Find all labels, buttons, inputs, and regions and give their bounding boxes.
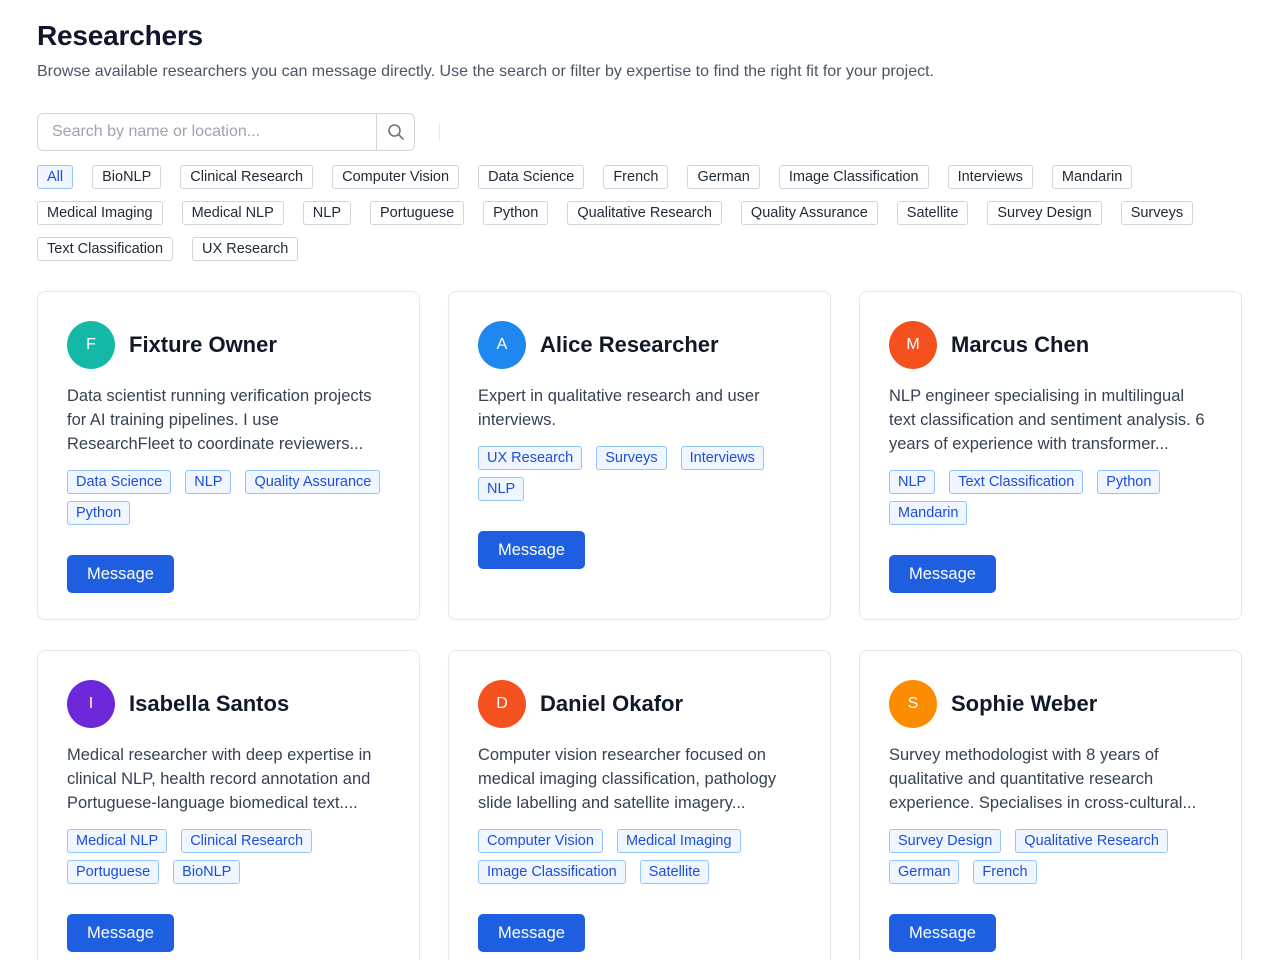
search-icon <box>387 124 404 140</box>
expertise-tag: Medical Imaging <box>616 829 741 853</box>
message-button[interactable]: Message <box>478 914 585 952</box>
expertise-tag: Clinical Research <box>181 829 313 853</box>
avatar: M <box>889 321 937 369</box>
search-bar <box>37 113 415 151</box>
researcher-grid: F Fixture Owner Data scientist running ver… <box>37 291 1242 960</box>
expertise-tags: NLP Text Classification Python Mandarin <box>889 470 1212 525</box>
page-title: Researchers <box>37 20 203 51</box>
filter-chip-portuguese[interactable]: Portuguese <box>370 201 465 225</box>
researcher-name: Sophie Weber <box>951 691 1098 716</box>
filter-chip-nlp[interactable]: NLP <box>302 201 351 225</box>
message-button[interactable]: Message <box>67 555 174 593</box>
avatar: S <box>889 680 937 728</box>
researcher-bio: Data scientist running verification proj… <box>67 387 372 453</box>
expertise-tag: NLP <box>889 470 936 494</box>
filter-chip-clinical-research[interactable]: Clinical Research <box>180 165 314 189</box>
divider <box>439 124 440 140</box>
expertise-tag: Medical NLP <box>67 829 168 853</box>
expertise-tag: French <box>973 860 1037 884</box>
expertise-tag: Computer Vision <box>478 829 603 853</box>
card-header: A Alice Researcher <box>478 321 801 369</box>
avatar: I <box>67 680 115 728</box>
expertise-tags: Data Science NLP Quality Assurance Python <box>67 470 390 525</box>
expertise-tag: Text Classification <box>949 470 1084 494</box>
filter-chip-ux-research[interactable]: UX Research <box>192 237 299 261</box>
expertise-tag: Data Science <box>67 470 172 494</box>
researcher-bio: Medical researcher with deep expertise i… <box>67 746 372 812</box>
expertise-tags: Computer Vision Medical Imaging Image Clas… <box>478 829 801 884</box>
researcher-card: S Sophie Weber Survey methodologist with 8… <box>859 650 1242 960</box>
filter-chip-text-classification[interactable]: Text Classification <box>37 237 174 261</box>
filter-chip-python[interactable]: Python <box>483 201 549 225</box>
avatar: A <box>478 321 526 369</box>
expertise-tag: German <box>889 860 960 884</box>
expertise-tag: Portuguese <box>67 860 160 884</box>
card-header: I Isabella Santos <box>67 680 390 728</box>
expertise-tag: Image Classification <box>478 860 626 884</box>
expertise-tag: NLP <box>185 470 232 494</box>
expertise-tag: Python <box>67 501 131 525</box>
expertise-tag: Mandarin <box>889 501 968 525</box>
search-button[interactable] <box>376 114 414 150</box>
card-header: M Marcus Chen <box>889 321 1212 369</box>
filter-chip-bionlp[interactable]: BioNLP <box>92 165 162 189</box>
message-button[interactable]: Message <box>889 914 996 952</box>
filter-chip-surveys[interactable]: Surveys <box>1120 201 1194 225</box>
filter-chip-german[interactable]: German <box>687 165 760 189</box>
researcher-card: F Fixture Owner Data scientist running ver… <box>37 291 420 620</box>
researcher-bio: NLP engineer specialising in multilingua… <box>889 387 1205 453</box>
filter-chip-computer-vision[interactable]: Computer Vision <box>332 165 460 189</box>
avatar: D <box>478 680 526 728</box>
filter-chip-mandarin[interactable]: Mandarin <box>1051 165 1133 189</box>
card-header: D Daniel Okafor <box>478 680 801 728</box>
expertise-tag: NLP <box>478 477 525 501</box>
filter-chip-interviews[interactable]: Interviews <box>947 165 1033 189</box>
expertise-tag: Satellite <box>639 860 710 884</box>
expertise-tag: Surveys <box>596 446 667 470</box>
filter-chip-survey-design[interactable]: Survey Design <box>987 201 1102 225</box>
researcher-name: Daniel Okafor <box>540 691 684 716</box>
message-button[interactable]: Message <box>889 555 996 593</box>
researcher-bio: Survey methodologist with 8 years of qua… <box>889 746 1197 812</box>
filter-chip-medical-imaging[interactable]: Medical Imaging <box>37 201 163 225</box>
filter-chip-data-science[interactable]: Data Science <box>478 165 585 189</box>
researcher-card: D Daniel Okafor Computer vision researcher… <box>448 650 831 960</box>
filter-chip-all[interactable]: All <box>37 165 74 189</box>
researcher-name: Marcus Chen <box>951 332 1090 357</box>
expertise-tag: Qualitative Research <box>1015 829 1168 853</box>
filter-chip-quality-assurance[interactable]: Quality Assurance <box>740 201 878 225</box>
message-button[interactable]: Message <box>67 914 174 952</box>
filter-chip-french[interactable]: French <box>603 165 669 189</box>
expertise-tag: UX Research <box>478 446 583 470</box>
expertise-filters: All BioNLP Clinical Research Computer Visio… <box>37 165 1227 261</box>
card-header: F Fixture Owner <box>67 321 390 369</box>
researcher-card: I Isabella Santos Medical researcher with … <box>37 650 420 960</box>
expertise-tag: Survey Design <box>889 829 1002 853</box>
avatar: F <box>67 321 115 369</box>
researcher-bio: Expert in qualitative research and user … <box>478 387 760 429</box>
expertise-tags: Medical NLP Clinical Research Portuguese Bi… <box>67 829 390 884</box>
search-input[interactable] <box>38 114 376 150</box>
researcher-bio: Computer vision researcher focused on me… <box>478 746 777 812</box>
expertise-tag: Interviews <box>680 446 764 470</box>
filter-chip-image-classification[interactable]: Image Classification <box>778 165 929 189</box>
filter-chip-medical-nlp[interactable]: Medical NLP <box>181 201 284 225</box>
researcher-card: M Marcus Chen NLP engineer specialising in… <box>859 291 1242 620</box>
researcher-name: Isabella Santos <box>129 691 290 716</box>
expertise-tag: Python <box>1097 470 1161 494</box>
researcher-name: Alice Researcher <box>540 332 719 357</box>
researcher-card: A Alice Researcher Expert in qualitative r… <box>448 291 831 620</box>
filter-chip-satellite[interactable]: Satellite <box>896 201 969 225</box>
expertise-tags: Survey Design Qualitative Research German F… <box>889 829 1212 884</box>
page-subtitle: Browse available researchers you can mes… <box>37 63 934 80</box>
expertise-tag: BioNLP <box>173 860 241 884</box>
expertise-tags: UX Research Surveys Interviews NLP <box>478 446 801 501</box>
card-header: S Sophie Weber <box>889 680 1212 728</box>
filter-chip-qualitative-research[interactable]: Qualitative Research <box>567 201 722 225</box>
expertise-tag: Quality Assurance <box>245 470 381 494</box>
researcher-name: Fixture Owner <box>129 332 277 357</box>
message-button[interactable]: Message <box>478 531 585 569</box>
